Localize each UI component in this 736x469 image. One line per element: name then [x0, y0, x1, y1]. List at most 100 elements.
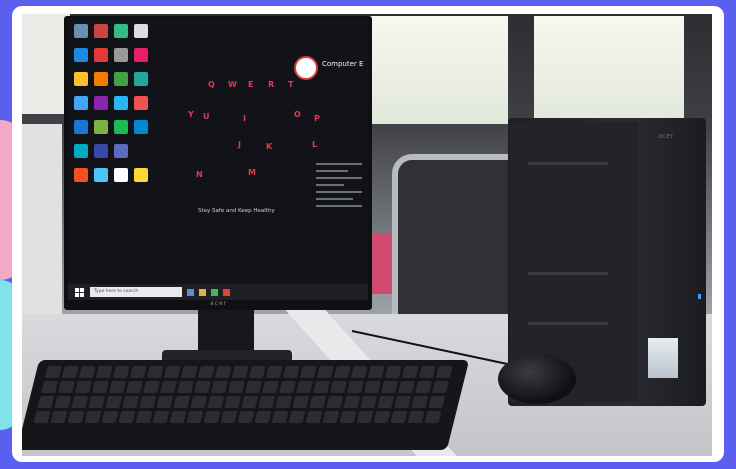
desktop-icon — [74, 120, 88, 134]
keyboard-key — [343, 396, 361, 408]
drive-bay — [528, 322, 608, 325]
keyboard-key — [248, 366, 266, 378]
drive-bay — [528, 162, 608, 165]
keyboard — [22, 360, 470, 450]
keyboard-key — [316, 366, 334, 378]
keyboard-key — [61, 366, 79, 378]
keyboard-key — [88, 396, 106, 408]
screen-center-text: Stay Safe and Keep Healthy — [198, 208, 275, 214]
keyboard-key — [305, 411, 323, 423]
keyboard-key — [411, 396, 429, 408]
desktop-icon — [114, 120, 128, 134]
white-wall-panel — [22, 14, 70, 114]
screen-letter: T — [288, 80, 294, 89]
desktop-icon — [134, 48, 148, 62]
desktop-icon — [94, 24, 108, 38]
keyboard-key — [431, 381, 449, 393]
keyboard-key — [373, 411, 391, 423]
keyboard-key — [50, 411, 68, 423]
keyboard-key — [418, 366, 436, 378]
keyboard-key — [71, 396, 89, 408]
screen-letter: M — [248, 168, 256, 177]
keyboard-key — [118, 411, 136, 423]
keyboard-key — [135, 411, 153, 423]
taskbar-app-icon — [211, 288, 218, 296]
keyboard-key — [261, 381, 279, 393]
desktop-icon-grid — [74, 24, 164, 192]
keyboard-key — [142, 381, 160, 393]
desktop-icon — [134, 120, 148, 134]
keyboard-key — [193, 381, 211, 393]
white-wall-panel — [22, 124, 62, 314]
keyboard-key — [197, 366, 215, 378]
taskbar-search: Type here to search — [90, 287, 182, 297]
screen-letter: U — [203, 112, 210, 121]
keyboard-key — [210, 381, 228, 393]
desktop-icon — [94, 48, 108, 62]
desktop-icon — [94, 72, 108, 86]
keyboard-key — [237, 411, 255, 423]
keyboard-key — [346, 381, 364, 393]
desktop-icon — [94, 96, 108, 110]
screen-letter: J — [238, 140, 241, 149]
panel-line — [316, 191, 362, 193]
keyboard-key — [258, 396, 276, 408]
desktop-icon — [114, 48, 128, 62]
keyboard-key — [203, 411, 221, 423]
keyboard-key — [435, 366, 453, 378]
panel-line — [316, 170, 349, 172]
photo-frame: Computer E Q W E R T Y U I O P J K L N M… — [12, 6, 724, 462]
screen-letter: Y — [188, 110, 194, 119]
desktop-icon — [74, 144, 88, 158]
keyboard-key — [401, 366, 419, 378]
keyboard-key — [78, 366, 96, 378]
desktop-icon — [114, 72, 128, 86]
keyboard-key — [377, 396, 395, 408]
desktop-icon — [74, 72, 88, 86]
keyboard-key — [292, 396, 310, 408]
panel-line — [316, 163, 362, 165]
tower-brand-logo: acer — [658, 132, 674, 140]
window — [534, 16, 684, 124]
keyboard-key — [40, 381, 58, 393]
screen-letter: E — [248, 80, 254, 89]
desktop-icon — [114, 24, 128, 38]
computer-photo: Computer E Q W E R T Y U I O P J K L N M… — [22, 14, 712, 456]
keyboard-key — [288, 411, 306, 423]
panel-line — [316, 205, 362, 207]
keyboard-key — [176, 381, 194, 393]
panel-line — [316, 184, 344, 186]
keyboard-key — [207, 396, 225, 408]
screen-letter: L — [312, 140, 318, 149]
screen-letter: I — [243, 114, 246, 123]
keyboard-key — [220, 411, 238, 423]
screen-letter: R — [268, 80, 275, 89]
keyboard-key — [33, 411, 51, 423]
keyboard-key — [390, 411, 408, 423]
keyboard-key — [139, 396, 157, 408]
keyboard-key — [156, 396, 174, 408]
desktop-icon — [74, 96, 88, 110]
keyboard-key — [122, 396, 140, 408]
keyboard-key — [159, 381, 177, 393]
keyboard-key — [299, 366, 317, 378]
window — [368, 16, 508, 124]
panel-line — [316, 198, 353, 200]
desktop-icon — [94, 168, 108, 182]
taskbar-app-icon — [199, 288, 206, 296]
power-led — [698, 294, 701, 299]
keyboard-key — [173, 396, 191, 408]
keyboard-key — [282, 366, 300, 378]
screen-letter: O — [294, 110, 301, 119]
keyboard-key — [278, 381, 296, 393]
keyboard-key — [363, 381, 381, 393]
screen-letter: K — [266, 142, 273, 151]
keyboard-key — [339, 411, 357, 423]
keyboard-key — [407, 411, 425, 423]
logo-icon — [294, 56, 318, 80]
keyboard-key — [186, 411, 204, 423]
keyboard-key — [312, 381, 330, 393]
monitor-brand-logo: acer — [210, 300, 228, 307]
keyboard-key — [180, 366, 198, 378]
desktop-icon — [74, 48, 88, 62]
